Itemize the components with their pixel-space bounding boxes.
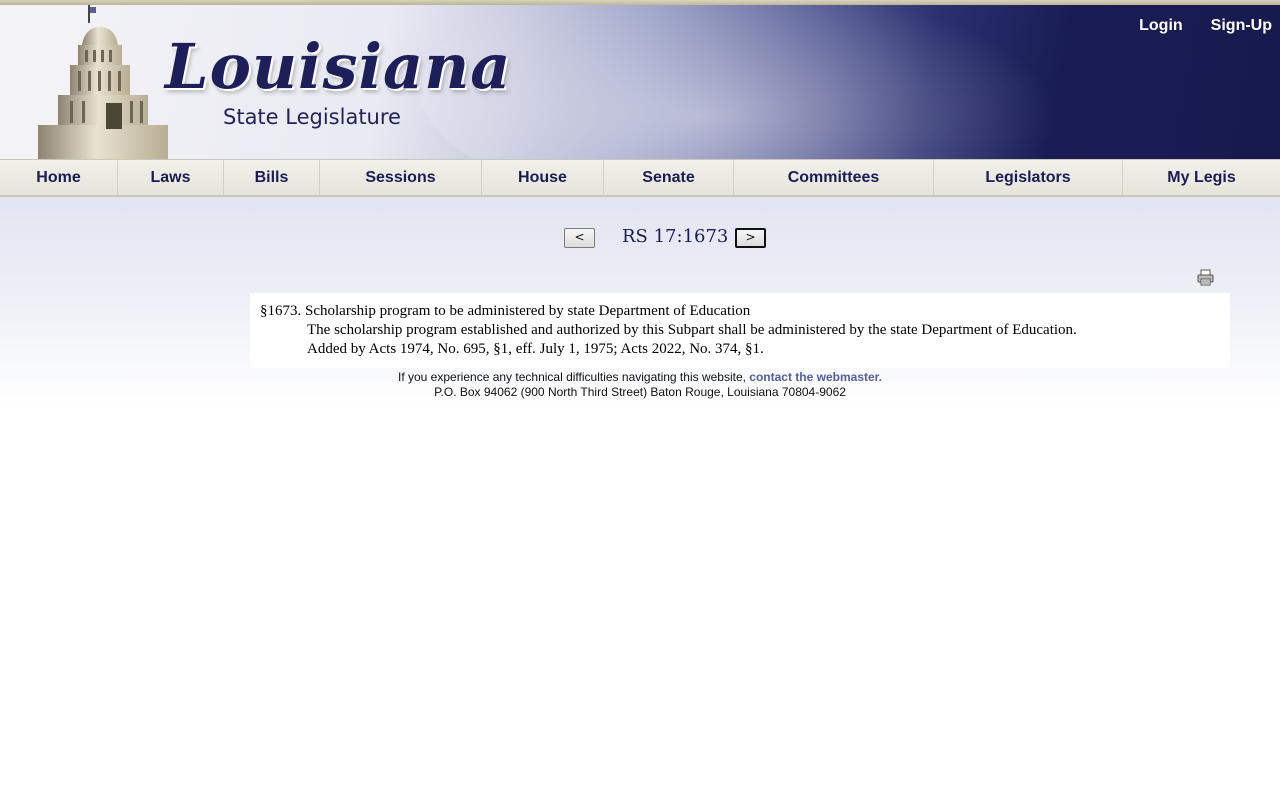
print-icon[interactable] xyxy=(1197,269,1214,286)
logo-subtitle: State Legislature xyxy=(223,105,401,129)
nav-item-sessions[interactable]: Sessions xyxy=(319,160,481,195)
previous-law-button[interactable]: < xyxy=(564,228,595,248)
logo-script-text: Louisiana xyxy=(165,30,512,103)
law-pager: < RS 17:1673 > xyxy=(0,226,1280,252)
law-text-panel: §1673. Scholarship program to be adminis… xyxy=(250,293,1230,368)
footer-address: P.O. Box 94062 (900 North Third Street) … xyxy=(434,385,846,399)
nav-item-committees[interactable]: Committees xyxy=(733,160,933,195)
law-section-history: Added by Acts 1974, No. 695, §1, eff. Ju… xyxy=(307,341,764,357)
banner-swoosh xyxy=(420,0,1120,160)
footer-tech-line: If you experience any technical difficul… xyxy=(0,370,1280,385)
account-links: Login Sign-Up xyxy=(1139,17,1272,35)
next-law-button[interactable]: > xyxy=(735,228,766,248)
login-link[interactable]: Login xyxy=(1139,17,1183,35)
header-banner: Louisiana State Legislature Login Sign-U… xyxy=(0,0,1280,160)
nav-item-home[interactable]: Home xyxy=(0,160,117,195)
signup-link[interactable]: Sign-Up xyxy=(1211,17,1272,35)
law-section-body: The scholarship program established and … xyxy=(307,322,1077,338)
page-footer: If you experience any technical difficul… xyxy=(0,370,1280,400)
nav-item-senate[interactable]: Senate xyxy=(603,160,733,195)
main-nav: Home Laws Bills Sessions House Senate Co… xyxy=(0,159,1280,197)
nav-item-legislators[interactable]: Legislators xyxy=(933,160,1122,195)
nav-item-bills[interactable]: Bills xyxy=(223,160,319,195)
nav-item-my-legis[interactable]: My Legis xyxy=(1122,160,1280,195)
nav-item-house[interactable]: House xyxy=(481,160,603,195)
law-section-title: §1673. Scholarship program to be adminis… xyxy=(260,303,751,319)
capitol-building-image xyxy=(38,5,168,160)
nav-item-laws[interactable]: Laws xyxy=(117,160,223,195)
law-citation-title: RS 17:1673 xyxy=(622,226,729,247)
footer-tech-text: If you experience any technical difficul… xyxy=(397,370,750,384)
site-logo[interactable]: Louisiana State Legislature xyxy=(165,30,510,140)
contact-webmaster-link[interactable]: contact the webmaster. xyxy=(749,370,882,384)
